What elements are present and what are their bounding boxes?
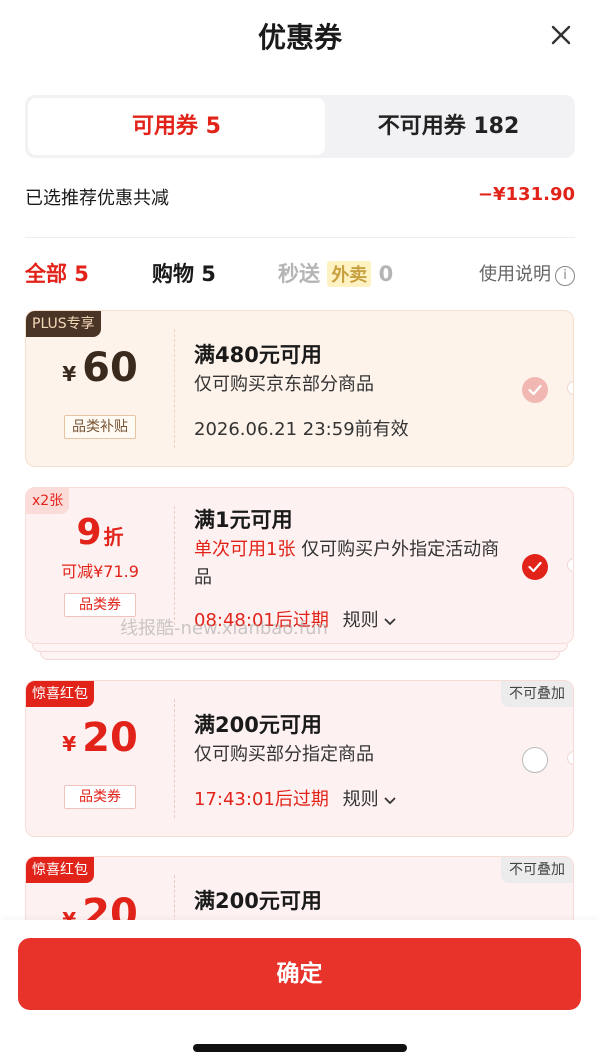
ticket-notch — [567, 381, 573, 395]
no-stack-badge: 不可叠加 — [501, 681, 573, 707]
rules-toggle[interactable]: 规则 — [343, 789, 397, 810]
filter-bar: 全部 5 购物 5 秒送 外卖 0 使用说明 i — [25, 258, 575, 290]
coupon-value: ¥60 — [26, 345, 174, 391]
select-checkbox[interactable] — [522, 747, 548, 773]
home-indicator — [193, 1044, 407, 1052]
divider — [25, 237, 575, 238]
coupon-description: 单次可用1张 仅可购买户外指定活动商品 — [194, 536, 514, 592]
ticket-notch — [567, 558, 573, 572]
stack-indicator — [40, 652, 560, 660]
coupon-card-surprise[interactable]: 惊喜红包 不可叠加 ¥20 品类券 满200元可用 仅可购买部分指定商品 17:… — [25, 680, 574, 837]
usage-label: 使用说明 — [479, 264, 551, 285]
select-checkbox[interactable] — [522, 377, 548, 403]
coupon-title: 满200元可用 — [194, 713, 322, 737]
coupon-value: 9折 — [26, 512, 174, 553]
watermark: 线报酷-new.xianbao.fun — [120, 618, 328, 639]
coupon-expiry: 2026.06.21 23:59前有效 — [194, 419, 409, 440]
coupon-title: 满480元可用 — [194, 343, 322, 367]
takeout-tag: 外卖 — [327, 261, 372, 287]
page-title: 优惠券 — [257, 21, 342, 54]
usage-limit: 单次可用1张 — [194, 539, 296, 560]
confirm-button[interactable]: 确定 — [18, 938, 581, 1010]
coupon-description: 仅可购买部分指定商品 — [194, 744, 374, 765]
tab-available[interactable]: 可用券 5 — [28, 98, 325, 155]
usage-instructions-link[interactable]: 使用说明 i — [479, 260, 575, 286]
coupon-title: 满200元可用 — [194, 889, 322, 913]
dashed-separator — [174, 699, 175, 818]
category-tag: 品类补贴 — [64, 415, 136, 439]
coupon-description: 仅可购买京东部分商品 — [194, 374, 374, 395]
rules-toggle[interactable]: 规则 — [343, 610, 397, 631]
summary-amount: −¥131.90 — [477, 184, 575, 205]
chevron-down-icon — [384, 797, 396, 805]
close-icon[interactable] — [546, 20, 576, 50]
tab-unavailable[interactable]: 不可用券 182 — [325, 98, 572, 155]
filter-all[interactable]: 全部 5 — [25, 258, 89, 288]
check-icon — [528, 561, 542, 573]
ticket-notch — [567, 751, 573, 765]
coupon-tabs: 可用券 5 不可用券 182 — [25, 95, 575, 158]
filter-fast-delivery[interactable]: 秒送 外卖 0 — [278, 258, 393, 288]
rules-label: 规则 — [342, 610, 379, 631]
coupon-expiry: 17:43:01后过期 规则 — [194, 785, 396, 811]
discount-summary: 已选推荐优惠共减 −¥131.90 — [25, 184, 575, 212]
stack-indicator — [32, 644, 568, 652]
countdown: 17:43:01后过期 — [194, 789, 329, 810]
currency-symbol: ¥ — [62, 732, 77, 756]
coupon-card-plus[interactable]: PLUS专享 ¥60 品类补贴 满480元可用 仅可购买京东部分商品 2026.… — [25, 310, 574, 467]
check-icon — [528, 384, 542, 396]
coupon-title: 满1元可用 — [194, 508, 293, 532]
select-checkbox[interactable] — [522, 554, 548, 580]
rules-label: 规则 — [342, 789, 379, 810]
coupon-amount: 20 — [82, 715, 138, 761]
chevron-down-icon — [384, 618, 396, 626]
coupon-value-area: ¥20 品类券 — [26, 681, 174, 836]
filter-fast-label: 秒送 — [278, 262, 320, 286]
coupon-amount: 60 — [82, 345, 138, 391]
coupon-amount: 9 — [76, 512, 102, 553]
category-tag: 品类券 — [64, 785, 136, 809]
filter-fast-count: 0 — [378, 262, 394, 286]
currency-symbol: ¥ — [62, 362, 77, 386]
filter-shopping[interactable]: 购物 5 — [152, 258, 216, 288]
dashed-separator — [174, 329, 175, 448]
no-stack-badge: 不可叠加 — [501, 857, 573, 883]
discount-unit: 折 — [103, 525, 124, 549]
dashed-separator — [174, 506, 175, 625]
coupon-value: ¥20 — [26, 715, 174, 761]
discount-savings: 可减¥71.9 — [61, 562, 139, 581]
info-icon: i — [555, 266, 575, 286]
footer: 确定 — [0, 920, 600, 1063]
coupon-value-area: ¥60 品类补贴 — [26, 311, 174, 466]
header: 优惠券 — [0, 0, 600, 70]
summary-label: 已选推荐优惠共减 — [25, 188, 169, 209]
